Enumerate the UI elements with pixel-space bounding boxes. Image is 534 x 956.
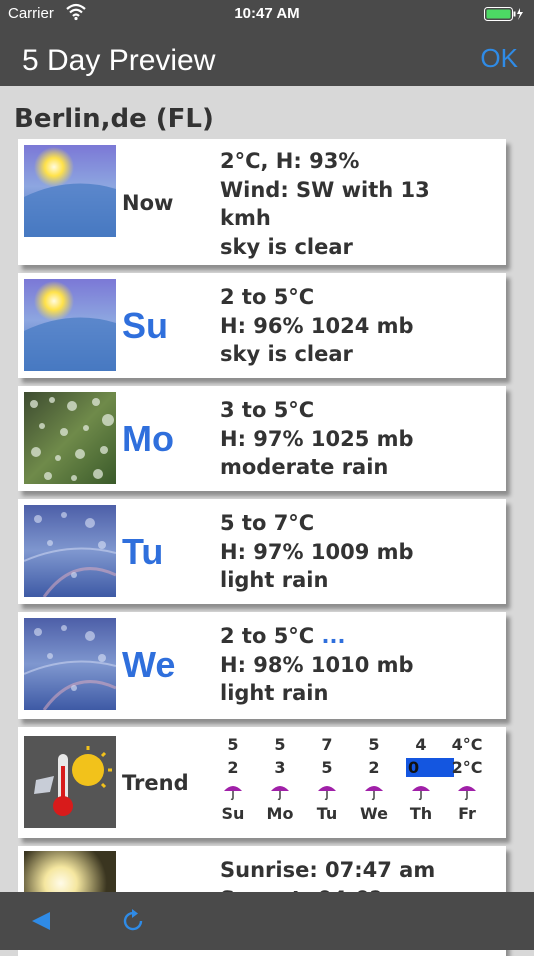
- trend-day: We: [360, 804, 388, 823]
- trend-days-row: Su Mo Tu We Th Fr: [210, 804, 490, 827]
- trend-low: 2: [368, 758, 380, 777]
- umbrella-icon: [412, 786, 430, 801]
- clear-sky-icon: [24, 145, 116, 237]
- trend-lows-row: 2 3 5 2 0 2°C: [210, 758, 490, 781]
- umbrella-icon: [271, 786, 289, 801]
- trend-high: 4: [415, 735, 427, 754]
- detail-line: 3 to 5°C: [220, 398, 315, 422]
- detail-line: sky is clear: [220, 234, 353, 259]
- detail-line: moderate rain: [220, 455, 389, 479]
- detail-line: H: 97% 1025 mb: [220, 426, 414, 451]
- current-weather-card[interactable]: Now 2°C, H: 93% Wind: SW with 13 kmh sky…: [18, 139, 506, 265]
- forecast-details: 2 to 5°C ... H: 98% 1010 mb light rain: [220, 622, 414, 708]
- navigation-bar: 5 Day Preview OK: [0, 28, 534, 86]
- thermometer-sun-icon: [24, 736, 116, 828]
- battery-icon: [484, 7, 523, 21]
- detail-line: sky is clear: [220, 342, 353, 366]
- detail-line: H: 98% 1010 mb: [220, 652, 414, 677]
- detail-line: H: 97% 1009 mb: [220, 539, 414, 564]
- trend-day: Mo: [266, 804, 294, 823]
- detail-line: light rain: [220, 568, 329, 592]
- light-rain-icon: [24, 618, 116, 710]
- sunrise-line: Sunrise: 07:47 am: [220, 858, 436, 882]
- trend-high: 5: [368, 735, 380, 754]
- umbrella-icon: [458, 786, 476, 801]
- forecast-card-tu[interactable]: Tu 5 to 7°C H: 97% 1009 mb light rain: [18, 499, 506, 604]
- trend-high: 5: [274, 735, 286, 754]
- forecast-card-su[interactable]: Su 2 to 5°C H: 96% 1024 mb sky is clear: [18, 273, 506, 378]
- detail-line: 5 to 7°C: [220, 511, 315, 535]
- detail-line: H: 96% 1024 mb: [220, 313, 414, 338]
- refresh-icon[interactable]: [119, 907, 147, 935]
- day-label: Mo: [122, 418, 174, 459]
- current-details: 2°C, H: 93% Wind: SW with 13 kmh sky is …: [220, 147, 430, 261]
- more-link[interactable]: ...: [322, 624, 346, 648]
- trend-low: 2: [227, 758, 239, 777]
- light-rain-icon: [24, 505, 116, 597]
- day-label: Su: [122, 305, 169, 346]
- now-label: Now: [122, 191, 174, 215]
- detail-line: 2°C, H: 93%: [220, 149, 360, 173]
- day-label: We: [122, 644, 176, 685]
- back-arrow-icon[interactable]: [30, 910, 52, 932]
- forecast-card-we[interactable]: We 2 to 5°C ... H: 98% 1010 mb light rai…: [18, 612, 506, 719]
- trend-label: Trend: [122, 771, 189, 795]
- trend-day: Th: [409, 804, 433, 823]
- umbrella-icon: [365, 786, 383, 801]
- day-label: Tu: [122, 531, 164, 572]
- trend-day: Tu: [316, 804, 338, 823]
- trend-highs-row: 5 5 7 5 4 4°C: [210, 735, 490, 758]
- forecast-details: 5 to 7°C H: 97% 1009 mb light rain: [220, 509, 414, 595]
- detail-line: 2 to 5°C: [220, 285, 315, 309]
- trend-day: Fr: [458, 804, 476, 823]
- status-time: 10:47 AM: [234, 5, 300, 22]
- trend-low: 2°C: [451, 758, 483, 777]
- location-title: Berlin,de (FL): [14, 104, 214, 134]
- rain-drops-icon: [24, 392, 116, 484]
- forecast-details: 3 to 5°C H: 97% 1025 mb moderate rain: [220, 396, 414, 482]
- bottom-toolbar: [0, 892, 534, 950]
- ok-button[interactable]: OK: [480, 43, 518, 74]
- trend-high: 7: [321, 735, 333, 754]
- status-bar: Carrier 10:47 AM: [0, 0, 534, 28]
- umbrella-icon: [224, 786, 242, 801]
- detail-line: light rain: [220, 681, 329, 705]
- trend-table: 5 5 7 5 4 4°C 2 3 5 2 0 2°C Su Mo Tu We …: [210, 735, 490, 827]
- trend-low: 3: [274, 758, 286, 777]
- trend-high: 5: [227, 735, 239, 754]
- trend-card[interactable]: Trend 5 5 7 5 4 4°C 2 3 5 2 0 2°C Su Mo …: [18, 727, 506, 838]
- trend-day: Su: [221, 804, 245, 823]
- forecast-details: 2 to 5°C H: 96% 1024 mb sky is clear: [220, 283, 414, 369]
- detail-line: 2 to 5°C: [220, 624, 315, 648]
- detail-line: Wind: SW with 13: [220, 177, 430, 202]
- detail-line: kmh: [220, 206, 271, 230]
- page-title: 5 Day Preview: [22, 44, 216, 77]
- trend-high: 4°C: [451, 735, 483, 754]
- umbrella-icon: [318, 786, 336, 801]
- clear-sky-icon: [24, 279, 116, 371]
- trend-icons-row: [210, 781, 490, 804]
- trend-low: 5: [321, 758, 333, 777]
- forecast-card-mo[interactable]: Mo 3 to 5°C H: 97% 1025 mb moderate rain: [18, 386, 506, 491]
